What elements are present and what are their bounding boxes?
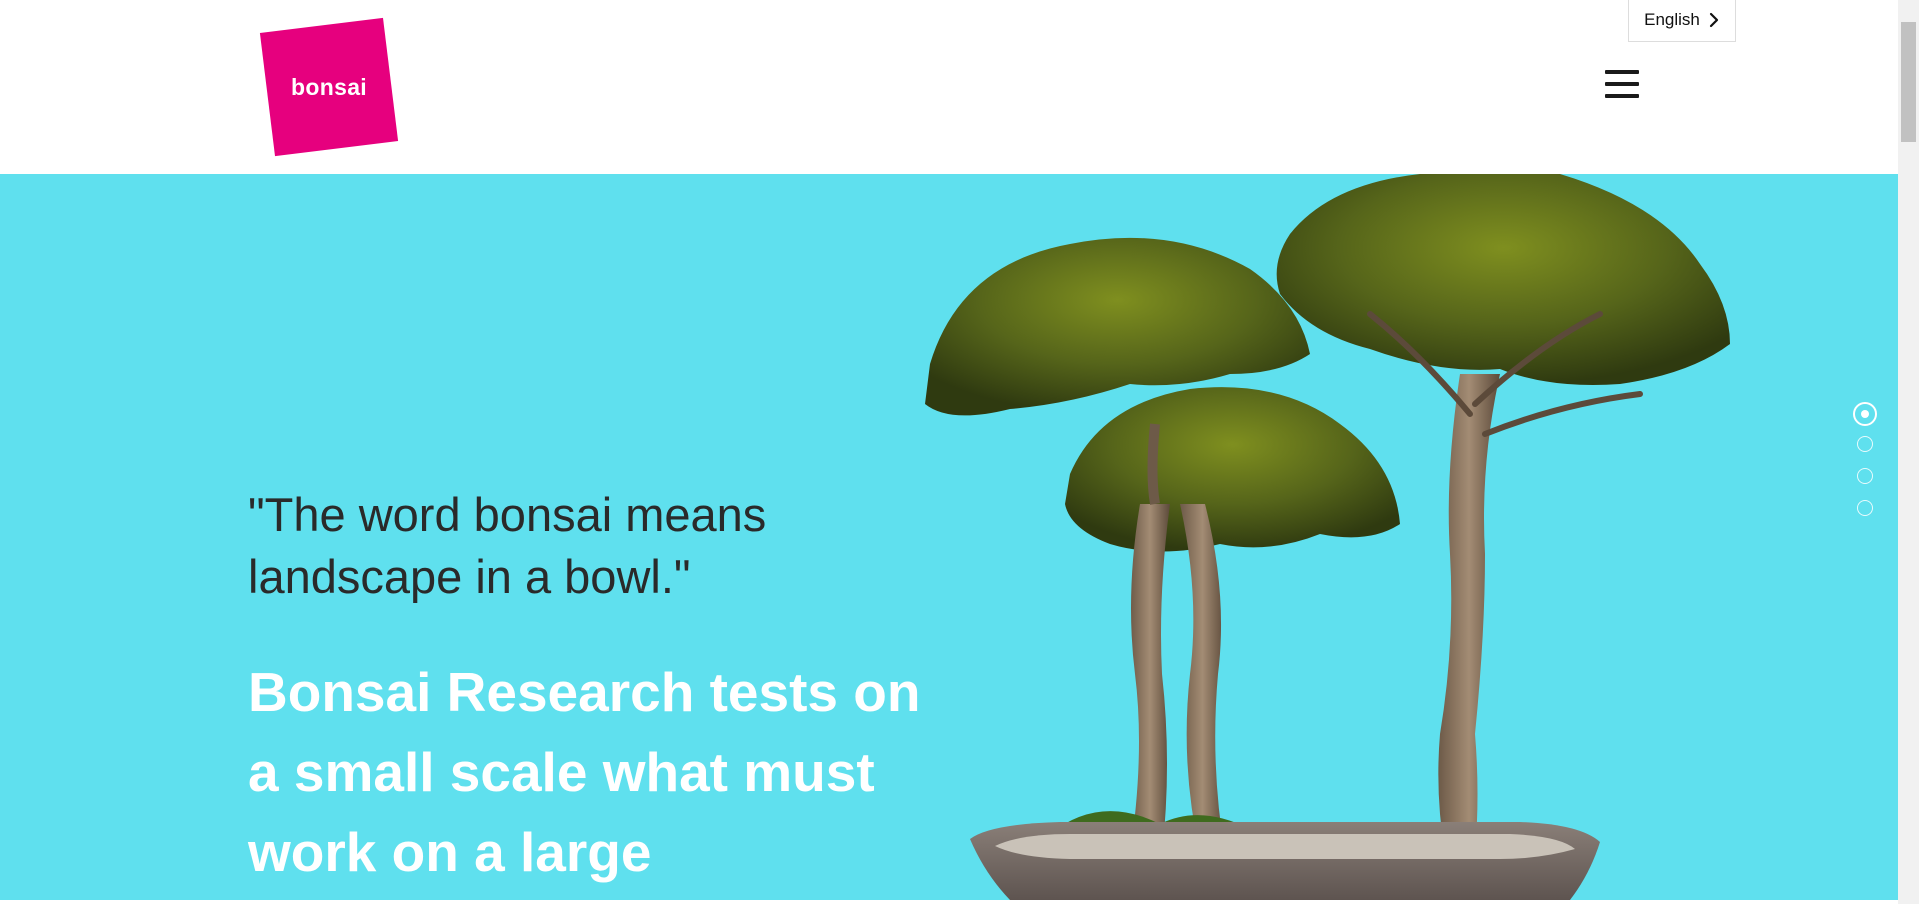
bonsai-logo[interactable]: bonsai [259,17,399,157]
page-bottom-edge [0,900,1898,904]
hero-section: "The word bonsai means landscape in a bo… [0,174,1898,900]
scrollbar-thumb[interactable] [1901,22,1916,142]
page: bonsai English "The word bonsai means la… [0,0,1919,904]
hero-headline: Bonsai Research tests on a small scale w… [248,661,921,883]
slide-dot-2[interactable] [1857,436,1873,452]
menu-bar [1605,82,1639,86]
chevron-right-icon [1709,12,1718,27]
slide-dot-1[interactable] [1853,402,1877,426]
bonsai-trees-image [925,174,1730,900]
hamburger-menu-icon[interactable] [1605,70,1639,98]
language-label: English [1644,9,1700,29]
slide-dot-3[interactable] [1857,468,1873,484]
hero-quote: "The word bonsai means landscape in a bo… [248,488,767,603]
language-switcher-button[interactable]: English [1628,0,1736,42]
menu-bar [1605,94,1639,98]
vertical-scrollbar[interactable] [1898,0,1919,904]
slide-dot-4[interactable] [1857,500,1873,516]
logo-text: bonsai [291,73,367,100]
menu-bar [1605,70,1639,74]
site-header: bonsai English [0,0,1898,174]
